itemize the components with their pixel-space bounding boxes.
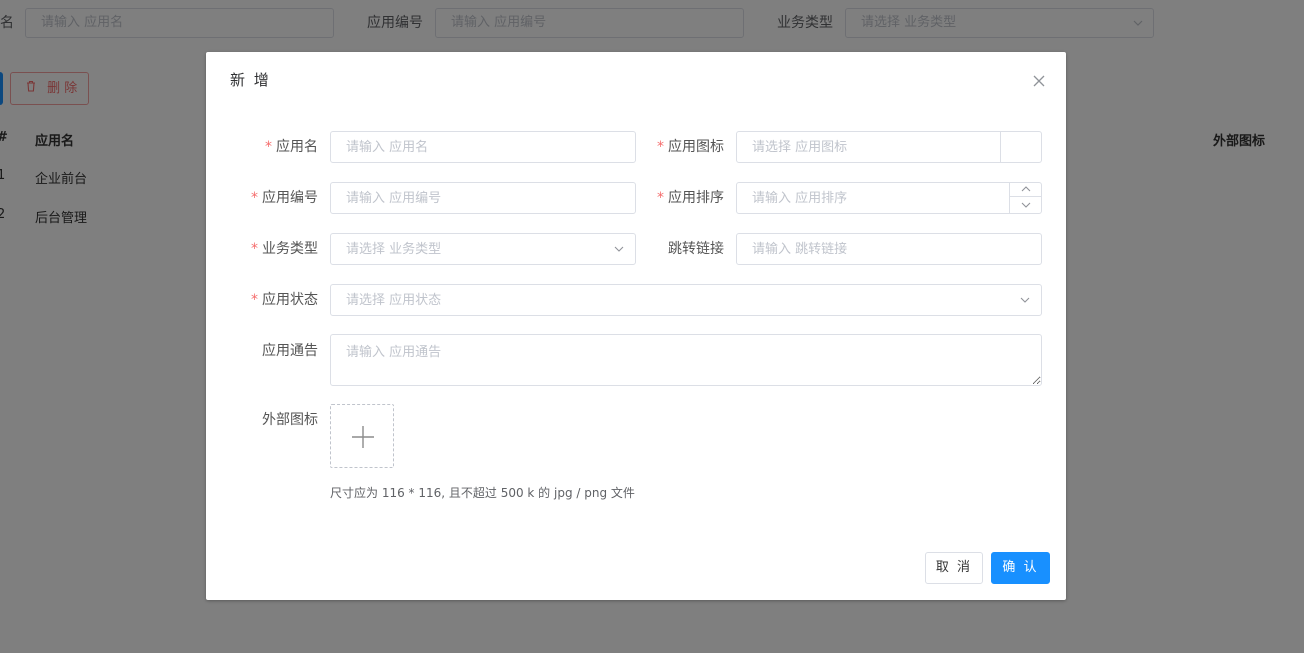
label-jump-link: 跳转链接 [668,241,724,257]
jump-link-input[interactable] [736,233,1042,265]
app-icon-field [736,131,1042,163]
increase-button[interactable] [1010,182,1042,197]
app-notice-textarea[interactable] [330,334,1042,386]
app-status-select[interactable] [330,284,1042,316]
app-icon-input[interactable] [736,131,1042,163]
app-code-input[interactable] [330,182,636,214]
biz-type-select[interactable] [330,233,636,265]
confirm-button[interactable]: 确 认 [991,552,1050,584]
add-app-dialog: 新 增 *应用名 *应用图标 *应用编号 *应用排序 *业务类型 跳转链接 *应… [206,52,1066,600]
app-name-input[interactable] [330,131,636,163]
upload-hint: 尺寸应为 116 * 116, 且不超过 500 k 的 jpg / png 文… [330,486,635,500]
app-sort-field [736,182,1042,214]
chevron-down-icon [1021,202,1031,208]
app-icon-preview[interactable] [1000,131,1042,163]
chevron-down-icon [1020,297,1030,303]
cancel-button[interactable]: 取 消 [925,552,983,584]
sort-stepper [1009,182,1042,214]
label-app-notice: 应用通告 [262,343,318,359]
chevron-up-icon [1021,186,1031,192]
external-icon-upload[interactable] [330,404,394,468]
label-external-icon: 外部图标 [262,412,318,428]
biz-type-input[interactable] [330,233,636,265]
label-app-sort: * 应用排序 [657,190,724,206]
plus-icon [352,426,374,448]
decrease-button[interactable] [1010,197,1042,212]
app-status-input[interactable] [330,284,1042,316]
label-app-code: * 应用编号 [251,190,318,206]
close-icon[interactable] [1032,74,1046,88]
label-biz-type: * 业务类型 [251,241,318,257]
label-app-icon: * 应用图标 [657,139,724,155]
label-app-name: * 应用名 [265,139,318,155]
label-app-status: * 应用状态 [251,292,318,308]
dialog-title: 新 增 [230,71,271,89]
app-sort-input[interactable] [736,182,1042,214]
